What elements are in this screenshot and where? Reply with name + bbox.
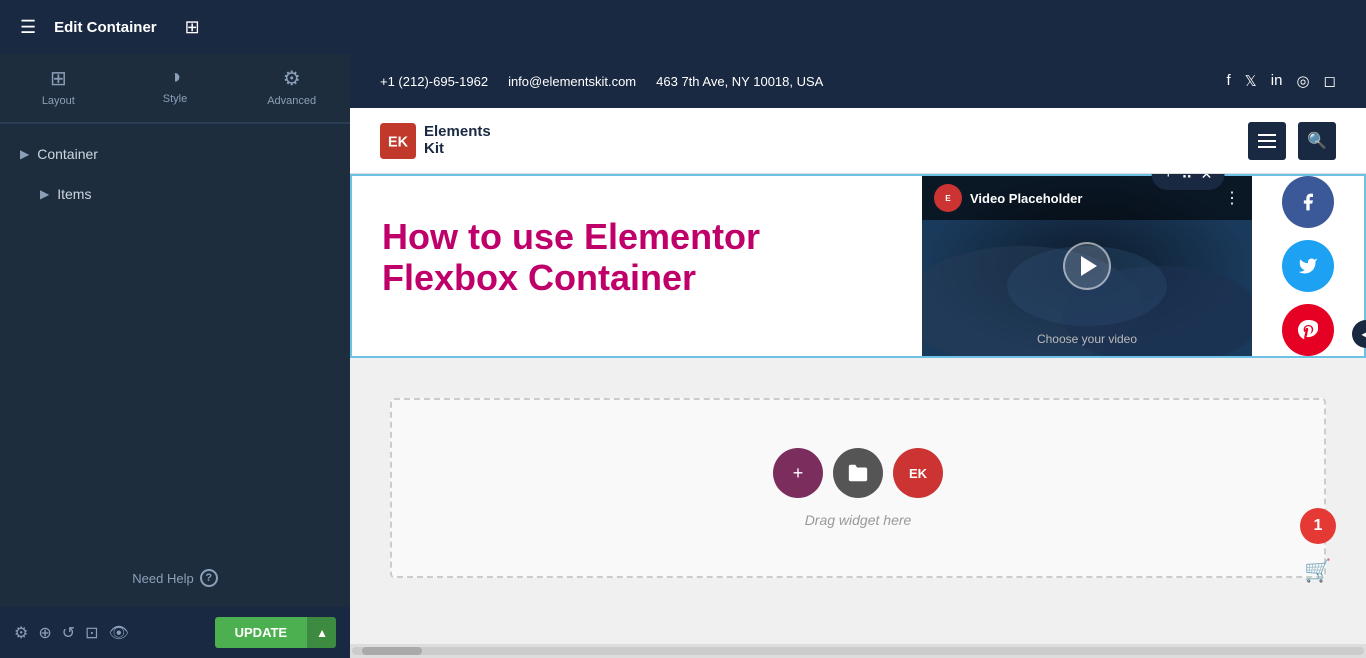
facebook-header-icon[interactable]: f: [1227, 72, 1231, 90]
svg-text:EK: EK: [388, 134, 409, 150]
section-hero: + ⠿ ✕ How to use Elementor Flexbox Conta…: [350, 174, 1366, 358]
logo-text-block: Elements Kit: [424, 124, 491, 157]
site-search-button[interactable]: 🔍: [1298, 122, 1336, 160]
site-phone: +1 (212)-695-1962: [380, 74, 488, 89]
advanced-icon: ⚙: [283, 66, 301, 91]
scrollbar-thumb[interactable]: [362, 647, 422, 655]
site-hamburger-button[interactable]: [1248, 122, 1286, 160]
page-title: Edit Container: [54, 19, 157, 36]
scrollbar-track: [352, 647, 1364, 655]
video-block: E Video Placeholder ⋮: [922, 176, 1252, 356]
svg-text:E: E: [945, 194, 951, 203]
ek-logo-svg: EK: [380, 123, 416, 159]
drag-widget-text: Drag widget here: [805, 512, 912, 528]
facebook-share-button[interactable]: [1282, 176, 1334, 228]
video-title-label: Video Placeholder: [970, 191, 1082, 206]
hamburger-line-1: [1258, 134, 1276, 136]
need-help-section: Need Help ?: [0, 549, 350, 607]
pinterest-share-button[interactable]: [1282, 304, 1334, 356]
notification-badge[interactable]: 1: [1300, 508, 1336, 544]
folder-widget-button[interactable]: [833, 448, 883, 498]
logo-line2: Kit: [424, 141, 491, 158]
help-icon[interactable]: ?: [200, 569, 218, 587]
update-button[interactable]: UPDATE: [215, 617, 307, 648]
top-bar-left: ☰ Edit Container ⊞: [20, 17, 200, 38]
sidebar-item-items[interactable]: ▶ Items: [0, 174, 350, 214]
logo-line1: Elements: [424, 124, 491, 141]
responsive-icon[interactable]: ⊡: [85, 623, 98, 643]
canvas-area: +1 (212)-695-1962 info@elementskit.com 4…: [350, 54, 1366, 658]
items-label: Items: [57, 186, 91, 202]
twitter-share-button[interactable]: [1282, 240, 1334, 292]
sidebar-bottom-bar: ⚙ ⊕ ↺ ⊡ 👁 UPDATE ▲: [0, 607, 350, 658]
container-arrow-icon: ▶: [20, 147, 29, 161]
sidebar-tabs: ⊞ Layout ◑ Style ⚙ Advanced: [0, 54, 350, 124]
items-arrow-icon: ▶: [40, 187, 49, 201]
site-logo: EK Elements Kit: [380, 123, 491, 159]
add-widget-button[interactable]: +: [773, 448, 823, 498]
style-icon: ◑: [169, 66, 181, 89]
site-header-social-icons: f 𝕏 in ◎ ◻: [1227, 72, 1337, 90]
tab-layout-label: Layout: [42, 95, 75, 107]
tab-advanced[interactable]: ⚙ Advanced: [233, 54, 350, 122]
video-header-left: E Video Placeholder: [934, 184, 1082, 212]
settings-bottom-icon[interactable]: ⚙: [14, 623, 28, 643]
toolbar-close-icon[interactable]: ✕: [1201, 174, 1213, 183]
floating-toolbar: + ⠿ ✕: [1152, 174, 1225, 190]
widget-add-row: + EK: [773, 448, 943, 498]
hamburger-line-2: [1258, 140, 1276, 142]
site-email: info@elementskit.com: [508, 74, 636, 89]
tab-style[interactable]: ◑ Style: [117, 54, 234, 122]
cart-icon[interactable]: 🛒: [1300, 553, 1336, 589]
toolbar-add-icon[interactable]: +: [1164, 174, 1173, 183]
hamburger-line-3: [1258, 146, 1276, 148]
instagram-header-icon[interactable]: ◻: [1324, 72, 1336, 90]
drag-widget-section[interactable]: + EK Drag widget here: [390, 398, 1326, 578]
tab-layout[interactable]: ⊞ Layout: [0, 54, 117, 122]
site-logo-bar: EK Elements Kit 🔍: [350, 108, 1366, 174]
dribbble-header-icon[interactable]: ◎: [1296, 72, 1309, 90]
update-dropdown-button[interactable]: ▲: [307, 617, 336, 648]
video-play-button[interactable]: [1063, 242, 1111, 290]
sidebar: ⊞ Layout ◑ Style ⚙ Advanced ▶ Container …: [0, 54, 350, 658]
elementor-badge: E: [934, 184, 962, 212]
site-contact-info: +1 (212)-695-1962 info@elementskit.com 4…: [380, 74, 1227, 89]
toolbar-handle-icon[interactable]: ⠿: [1181, 174, 1193, 184]
section-heading: How to use Elementor Flexbox Container: [382, 216, 892, 299]
ek-widget-button[interactable]: EK: [893, 448, 943, 498]
video-choose-text: Choose your video: [922, 332, 1252, 346]
top-bar: ☰ Edit Container ⊞: [0, 0, 1366, 54]
canvas-scrollbar[interactable]: [350, 644, 1366, 658]
need-help-label: Need Help: [132, 571, 193, 586]
site-logo-right-controls: 🔍: [1248, 122, 1336, 160]
grid-icon[interactable]: ⊞: [185, 17, 200, 38]
search-icon: 🔍: [1307, 131, 1327, 151]
section-heading-block: How to use Elementor Flexbox Container: [352, 176, 922, 356]
hamburger-menu-icon[interactable]: ☰: [20, 17, 36, 38]
preview-icon[interactable]: 👁: [109, 623, 129, 643]
layers-icon[interactable]: ⊕: [38, 623, 51, 643]
drag-section-wrapper: + EK Drag widget here: [350, 358, 1366, 618]
video-container[interactable]: E Video Placeholder ⋮: [922, 176, 1252, 356]
social-share-block: [1252, 176, 1364, 356]
update-group: UPDATE ▲: [215, 617, 336, 648]
site-header-bar: +1 (212)-695-1962 info@elementskit.com 4…: [350, 54, 1366, 108]
linkedin-header-icon[interactable]: in: [1271, 72, 1283, 90]
sidebar-item-container[interactable]: ▶ Container: [0, 134, 350, 174]
video-menu-icon[interactable]: ⋮: [1224, 188, 1240, 208]
tab-style-label: Style: [163, 93, 187, 105]
content-area: + ⠿ ✕ How to use Elementor Flexbox Conta…: [350, 174, 1366, 644]
container-label: Container: [37, 146, 98, 162]
history-icon[interactable]: ↺: [62, 623, 75, 643]
sidebar-content: ▶ Container ▶ Items: [0, 124, 350, 549]
main-layout: ⊞ Layout ◑ Style ⚙ Advanced ▶ Container …: [0, 54, 1366, 658]
tab-advanced-label: Advanced: [267, 95, 316, 107]
site-address: 463 7th Ave, NY 10018, USA: [656, 74, 823, 89]
twitter-header-icon[interactable]: 𝕏: [1245, 72, 1257, 90]
layout-icon: ⊞: [50, 66, 67, 91]
